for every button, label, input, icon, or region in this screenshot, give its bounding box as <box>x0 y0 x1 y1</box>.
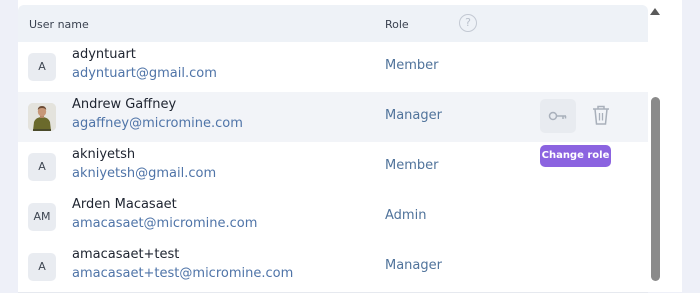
avatar-photo <box>28 103 56 131</box>
avatar: A <box>28 153 56 181</box>
avatar: AM <box>28 203 56 231</box>
user-email: amacasaet@micromine.com <box>72 216 258 231</box>
trash-icon <box>593 105 609 125</box>
column-header-user-name[interactable]: User name <box>29 18 89 31</box>
user-role: Manager <box>385 108 442 123</box>
user-role: Member <box>385 158 439 173</box>
table-header: User name Role ? <box>18 5 648 42</box>
user-name: Andrew Gaffney <box>72 97 177 112</box>
delete-user-button[interactable] <box>588 101 614 131</box>
user-name: amacasaet+test <box>72 247 180 262</box>
user-email: amacasaet+test@micromine.com <box>72 266 294 281</box>
user-name: adyntuart <box>72 47 136 62</box>
change-role-tooltip: Change role <box>540 145 611 167</box>
key-icon <box>548 111 567 121</box>
user-name: Arden Macasaet <box>72 197 177 212</box>
column-header-role[interactable]: Role <box>385 18 409 31</box>
user-email: agaffney@micromine.com <box>72 116 243 131</box>
scroll-up-arrow[interactable] <box>650 8 660 15</box>
help-icon[interactable]: ? <box>459 14 477 32</box>
scrollbar-thumb[interactable] <box>651 97 660 281</box>
avatar: A <box>28 53 56 81</box>
user-role: Admin <box>385 208 427 223</box>
table-row[interactable]: AM Arden Macasaet amacasaet@micromine.co… <box>18 192 648 243</box>
user-email: akniyetsh@gmail.com <box>72 166 217 181</box>
avatar: A <box>28 253 56 281</box>
table-row[interactable]: A adyntuart adyntuart@gmail.com Member <box>18 42 648 93</box>
table-row[interactable]: A amacasaet+test amacasaet+test@micromin… <box>18 242 648 293</box>
change-role-button[interactable] <box>540 99 576 133</box>
user-name: akniyetsh <box>72 147 136 162</box>
table-row[interactable]: Andrew Gaffney agaffney@micromine.com Ma… <box>18 92 648 143</box>
user-role: Manager <box>385 258 442 273</box>
user-role: Member <box>385 58 439 73</box>
avatar-image <box>28 103 56 131</box>
user-email: adyntuart@gmail.com <box>72 66 217 81</box>
